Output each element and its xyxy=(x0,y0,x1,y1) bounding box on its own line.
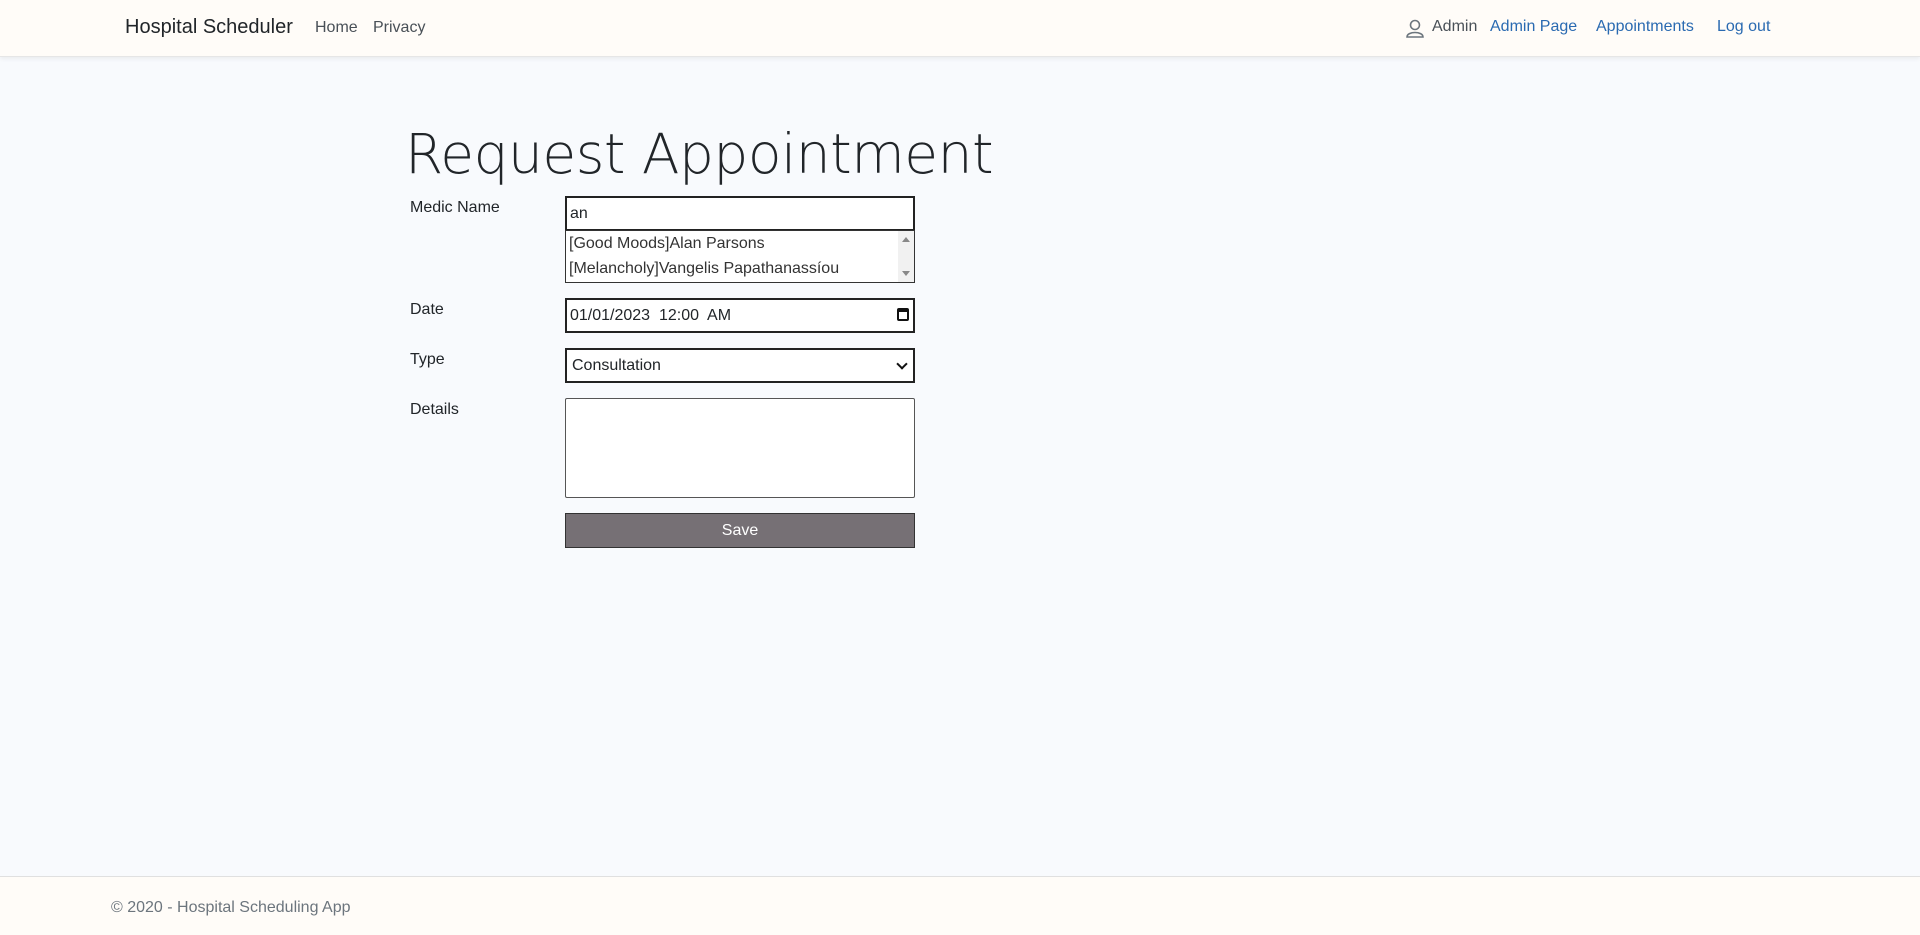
details-textarea[interactable] xyxy=(565,398,915,498)
footer-copyright: © 2020 - Hospital Scheduling App xyxy=(111,899,351,916)
scroll-up-icon[interactable] xyxy=(902,237,910,242)
details-label: Details xyxy=(410,401,459,418)
type-label: Type xyxy=(410,351,445,368)
user-name: Admin xyxy=(1432,18,1478,35)
navbar: Hospital Scheduler Home Privacy Admin Ad… xyxy=(0,0,1920,57)
suggestion-item[interactable]: [Melancholy]Vangelis Papathanassíou xyxy=(566,256,914,281)
calendar-icon[interactable] xyxy=(897,308,909,321)
date-label: Date xyxy=(410,301,444,318)
suggestions-scrollbar[interactable] xyxy=(898,231,914,282)
type-selected-value: Consultation xyxy=(572,357,661,374)
date-value: 01/01/2023 12:00 AM xyxy=(570,307,732,324)
chevron-down-icon xyxy=(896,358,908,370)
save-button[interactable]: Save xyxy=(565,513,915,548)
logout-link[interactable]: Log out xyxy=(1717,18,1770,36)
page-title: Request Appointment xyxy=(405,122,994,186)
nav-privacy-link[interactable]: Privacy xyxy=(373,19,425,37)
admin-page-link[interactable]: Admin Page xyxy=(1490,18,1577,36)
appointments-link[interactable]: Appointments xyxy=(1596,18,1694,36)
scroll-down-icon[interactable] xyxy=(902,271,910,276)
user-icon xyxy=(1406,19,1424,38)
medic-name-label: Medic Name xyxy=(410,199,500,216)
medic-suggestions-list[interactable]: [Good Moods]Alan Parsons [Melancholy]Van… xyxy=(565,230,915,283)
date-input[interactable]: 01/01/2023 12:00 AM xyxy=(565,298,915,333)
type-select[interactable]: Consultation xyxy=(565,348,915,383)
suggestion-item[interactable]: [Good Moods]Alan Parsons xyxy=(566,231,914,256)
nav-home-link[interactable]: Home xyxy=(315,19,358,37)
footer: © 2020 - Hospital Scheduling App xyxy=(0,876,1920,935)
medic-name-input[interactable] xyxy=(565,196,915,231)
brand-link[interactable]: Hospital Scheduler xyxy=(125,16,293,39)
